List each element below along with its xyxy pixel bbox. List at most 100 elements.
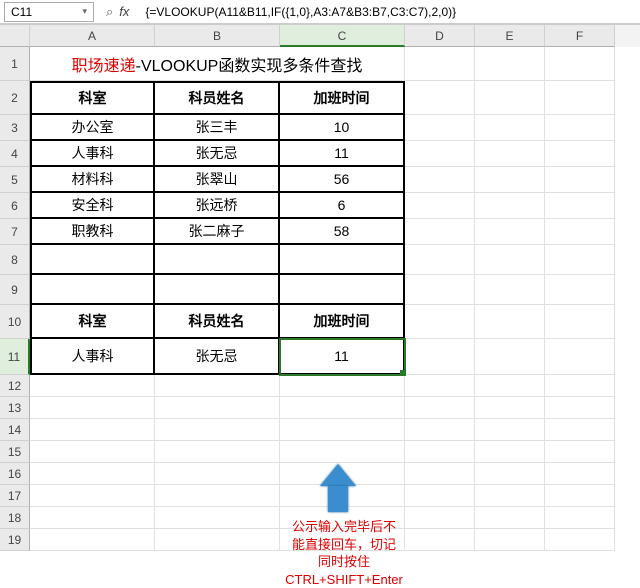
row-header-4[interactable]: 4 <box>0 141 30 167</box>
cell-D4[interactable] <box>405 141 475 167</box>
row-header-19[interactable]: 19 <box>0 529 30 551</box>
cell-F5[interactable] <box>545 167 615 193</box>
cell-E13[interactable] <box>475 397 545 419</box>
cell-D11[interactable] <box>405 339 475 375</box>
cell-C5[interactable]: 56 <box>280 167 405 193</box>
cell-B15[interactable] <box>155 441 280 463</box>
cell-E4[interactable] <box>475 141 545 167</box>
cell-A18[interactable] <box>30 507 155 529</box>
row-header-11[interactable]: 11 <box>0 339 30 375</box>
cell-A12[interactable] <box>30 375 155 397</box>
cell-F15[interactable] <box>545 441 615 463</box>
cell-E5[interactable] <box>475 167 545 193</box>
cell-E1[interactable] <box>475 47 545 81</box>
row-header-16[interactable]: 16 <box>0 463 30 485</box>
cell-F6[interactable] <box>545 193 615 219</box>
cell-B17[interactable] <box>155 485 280 507</box>
cell-E19[interactable] <box>475 529 545 551</box>
name-box[interactable]: C11 ▾ <box>4 2 94 22</box>
cell-D17[interactable] <box>405 485 475 507</box>
cell-A10[interactable]: 科室 <box>30 305 155 339</box>
cell-F3[interactable] <box>545 115 615 141</box>
cell-B3[interactable]: 张三丰 <box>155 115 280 141</box>
cell-A17[interactable] <box>30 485 155 507</box>
col-header-D[interactable]: D <box>405 25 475 47</box>
cell-D9[interactable] <box>405 275 475 305</box>
cell-E8[interactable] <box>475 245 545 275</box>
cell-B19[interactable] <box>155 529 280 551</box>
cell-A2[interactable]: 科室 <box>30 81 155 115</box>
cell-F7[interactable] <box>545 219 615 245</box>
row-header-9[interactable]: 9 <box>0 275 30 305</box>
cell-D15[interactable] <box>405 441 475 463</box>
cell-F16[interactable] <box>545 463 615 485</box>
row-header-3[interactable]: 3 <box>0 115 30 141</box>
fill-handle[interactable] <box>400 370 406 376</box>
row-header-6[interactable]: 6 <box>0 193 30 219</box>
cell-A9[interactable] <box>30 275 155 305</box>
cell-A13[interactable] <box>30 397 155 419</box>
cell-B12[interactable] <box>155 375 280 397</box>
cell-E6[interactable] <box>475 193 545 219</box>
cell-D14[interactable] <box>405 419 475 441</box>
row-header-8[interactable]: 8 <box>0 245 30 275</box>
row-header-18[interactable]: 18 <box>0 507 30 529</box>
cell-C2[interactable]: 加班时间 <box>280 81 405 115</box>
cell-B18[interactable] <box>155 507 280 529</box>
cell-B13[interactable] <box>155 397 280 419</box>
cell-C14[interactable] <box>280 419 405 441</box>
cell-F9[interactable] <box>545 275 615 305</box>
cell-F2[interactable] <box>545 81 615 115</box>
row-header-15[interactable]: 15 <box>0 441 30 463</box>
row-header-1[interactable]: 1 <box>0 47 30 81</box>
cell-E2[interactable] <box>475 81 545 115</box>
cell-B16[interactable] <box>155 463 280 485</box>
cell-D13[interactable] <box>405 397 475 419</box>
cell-A3[interactable]: 办公室 <box>30 115 155 141</box>
cell-F13[interactable] <box>545 397 615 419</box>
row-header-17[interactable]: 17 <box>0 485 30 507</box>
cell-B7[interactable]: 张二麻子 <box>155 219 280 245</box>
cell-D8[interactable] <box>405 245 475 275</box>
row-header-14[interactable]: 14 <box>0 419 30 441</box>
cell-B11[interactable]: 张无忌 <box>155 339 280 375</box>
cell-F10[interactable] <box>545 305 615 339</box>
cell-F18[interactable] <box>545 507 615 529</box>
cell-A5[interactable]: 材料科 <box>30 167 155 193</box>
cell-F8[interactable] <box>545 245 615 275</box>
cell-B6[interactable]: 张远桥 <box>155 193 280 219</box>
cell-A16[interactable] <box>30 463 155 485</box>
cell-C8[interactable] <box>280 245 405 275</box>
cell-F19[interactable] <box>545 529 615 551</box>
cell-E17[interactable] <box>475 485 545 507</box>
cell-E9[interactable] <box>475 275 545 305</box>
cell-B9[interactable] <box>155 275 280 305</box>
cell-E11[interactable] <box>475 339 545 375</box>
cell-D7[interactable] <box>405 219 475 245</box>
cell-E10[interactable] <box>475 305 545 339</box>
cell-B14[interactable] <box>155 419 280 441</box>
cell-E3[interactable] <box>475 115 545 141</box>
row-header-5[interactable]: 5 <box>0 167 30 193</box>
cell-C10[interactable]: 加班时间 <box>280 305 405 339</box>
cell-C15[interactable] <box>280 441 405 463</box>
cell-B10[interactable]: 科员姓名 <box>155 305 280 339</box>
cell-A11[interactable]: 人事科 <box>30 339 155 375</box>
cell-D5[interactable] <box>405 167 475 193</box>
cell-C4[interactable]: 11 <box>280 141 405 167</box>
cell-C12[interactable] <box>280 375 405 397</box>
col-header-A[interactable]: A <box>30 25 155 47</box>
cell-E16[interactable] <box>475 463 545 485</box>
cell-E12[interactable] <box>475 375 545 397</box>
cell-F12[interactable] <box>545 375 615 397</box>
cell-D12[interactable] <box>405 375 475 397</box>
row-header-7[interactable]: 7 <box>0 219 30 245</box>
row-header-13[interactable]: 13 <box>0 397 30 419</box>
cell-B5[interactable]: 张翠山 <box>155 167 280 193</box>
cell-F4[interactable] <box>545 141 615 167</box>
cell-F11[interactable] <box>545 339 615 375</box>
cell-A15[interactable] <box>30 441 155 463</box>
cell-D16[interactable] <box>405 463 475 485</box>
cell-C7[interactable]: 58 <box>280 219 405 245</box>
cell-A4[interactable]: 人事科 <box>30 141 155 167</box>
